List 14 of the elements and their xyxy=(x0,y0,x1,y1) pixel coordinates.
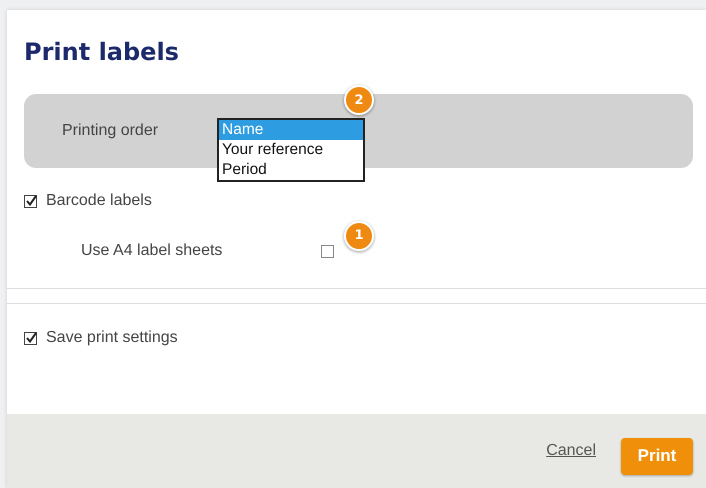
printing-order-list[interactable]: Name Your reference Period xyxy=(217,118,365,182)
checkbox[interactable] xyxy=(24,331,38,345)
checkbox[interactable] xyxy=(24,194,38,208)
checkbox[interactable] xyxy=(321,244,335,258)
dialog-title: Print labels xyxy=(24,37,179,68)
checkbox-label: Save print settings xyxy=(46,329,178,347)
printing-order-label: Printing order xyxy=(62,122,158,140)
checkbox-label: Use A4 label sheets xyxy=(81,242,224,260)
callout-badge: 2 xyxy=(344,85,374,115)
cancel-link[interactable]: Cancel xyxy=(546,442,596,460)
list-option[interactable]: Period xyxy=(219,160,363,180)
checkbox-label: Barcode labels xyxy=(46,192,152,210)
list-option[interactable]: Your reference xyxy=(219,140,363,160)
callout-badge: 1 xyxy=(344,220,374,250)
